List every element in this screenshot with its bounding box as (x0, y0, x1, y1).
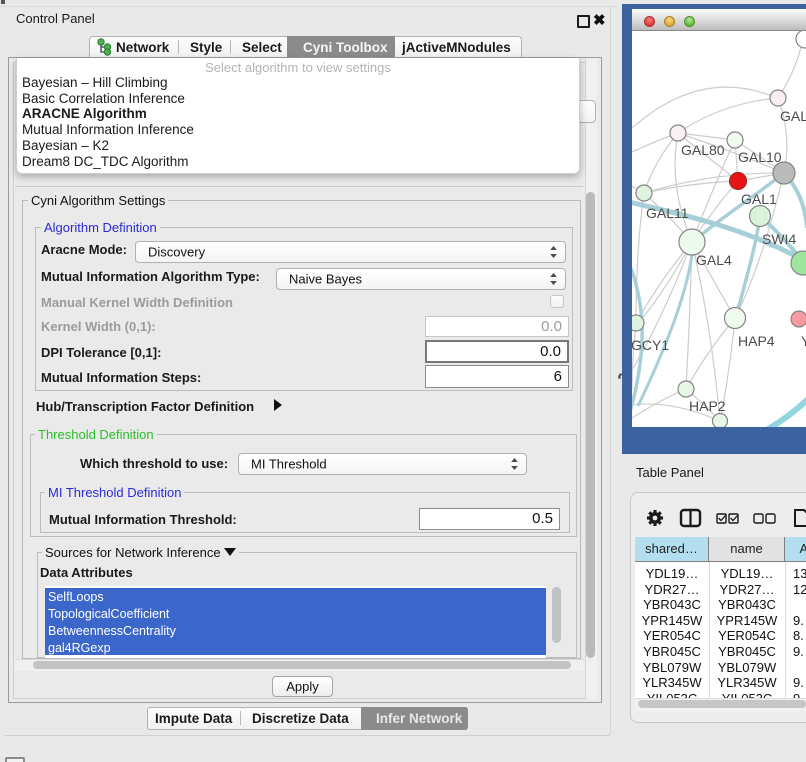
svg-text:YE: YE (801, 333, 806, 349)
svg-text:GAL11: GAL11 (646, 205, 689, 221)
svg-text:GAL4: GAL4 (696, 252, 732, 268)
svg-text:GAL80: GAL80 (681, 142, 725, 158)
svg-text:SWI4: SWI4 (762, 231, 796, 247)
svg-text:HAP2: HAP2 (689, 398, 726, 414)
svg-text:GAL1: GAL1 (741, 191, 777, 207)
svg-text:GAL10: GAL10 (738, 149, 782, 165)
svg-text:HAP4: HAP4 (738, 333, 775, 349)
svg-text:GAL2: GAL2 (780, 108, 806, 124)
svg-text:GCY1: GCY1 (632, 337, 669, 353)
